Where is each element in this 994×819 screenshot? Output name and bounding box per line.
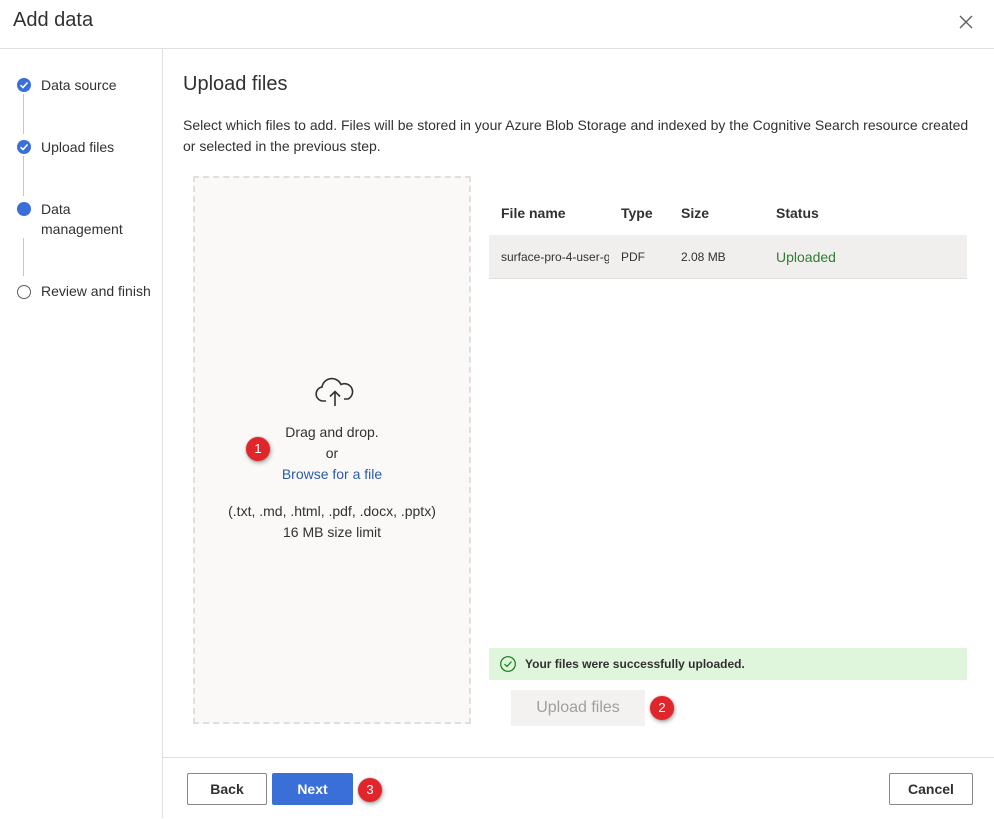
callout-badge-2: 2 [650, 696, 674, 720]
page-description: Select which files to add. Files will be… [183, 117, 969, 154]
file-type-cell: PDF [621, 250, 645, 264]
close-icon[interactable] [956, 12, 976, 32]
current-step-dot-icon [17, 202, 31, 216]
success-message-text: Your files were successfully uploaded. [525, 657, 745, 671]
page-title: Upload files [183, 73, 288, 95]
step-label: Upload files [41, 139, 115, 155]
size-limit-text: 16 MB size limit [282, 524, 382, 540]
wizard-steps: Data source Upload files Data management… [0, 49, 163, 818]
back-button[interactable]: Back [187, 773, 267, 805]
file-status-cell: Uploaded [776, 249, 836, 265]
pending-step-dot-icon [17, 285, 31, 299]
success-message-bar: Your files were successfully uploaded. [489, 648, 967, 680]
file-name-cell: surface-pro-4-user-g [501, 250, 609, 264]
drag-drop-text: Drag and drop. [285, 424, 379, 440]
cloud-upload-icon [315, 377, 354, 406]
step-connector [23, 238, 24, 276]
step-label: Data management [41, 201, 123, 237]
callout-badge-1: 1 [246, 437, 270, 461]
step-label: Data source [41, 77, 117, 93]
file-dropzone[interactable]: Drag and drop. or Browse for a file (.tx… [193, 176, 471, 724]
upload-files-button[interactable]: Upload files [511, 690, 645, 726]
dialog-title: Add data [13, 9, 94, 31]
checkmark-icon [17, 78, 31, 92]
table-row[interactable]: surface-pro-4-user-g PDF 2.08 MB Uploade… [489, 235, 967, 279]
next-button[interactable]: Next [272, 773, 353, 805]
column-header-type: Type [621, 205, 653, 221]
step-connector [23, 156, 24, 196]
callout-badge-3: 3 [358, 778, 382, 802]
cancel-button[interactable]: Cancel [889, 773, 973, 805]
check-circle-icon [500, 656, 516, 672]
column-header-size: Size [681, 205, 710, 221]
checkmark-icon [17, 140, 31, 154]
or-text: or [325, 445, 339, 461]
step-label: Review and finish [41, 283, 151, 299]
step-connector [23, 94, 24, 134]
browse-file-link[interactable]: Browse for a file [282, 466, 382, 482]
supported-formats-text: (.txt, .md, .html, .pdf, .docx, .pptx) [228, 503, 436, 519]
dialog-header: Add data [0, 0, 994, 49]
column-header-file-name: File name [501, 205, 566, 221]
column-header-status: Status [776, 205, 819, 221]
file-size-cell: 2.08 MB [681, 250, 726, 264]
browse-link-wrapper: Browse for a file [195, 466, 469, 482]
